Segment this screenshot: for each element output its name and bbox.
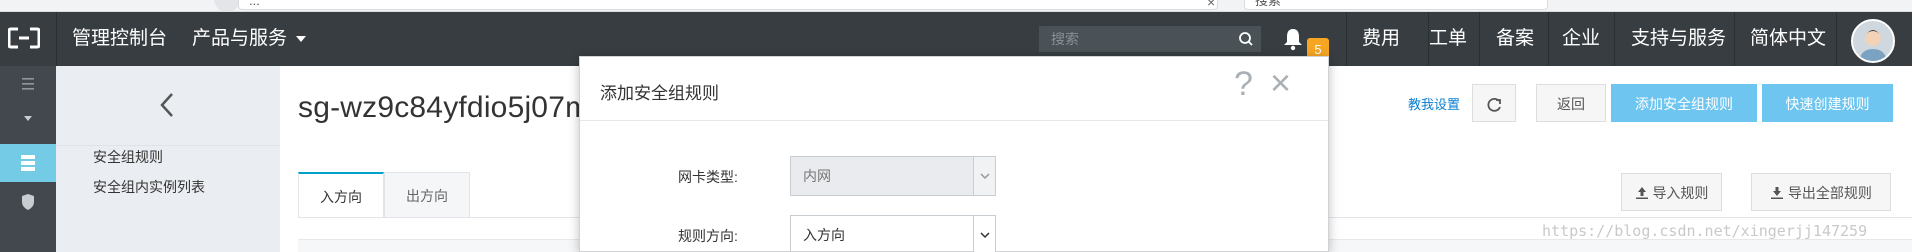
browser-search-bar[interactable]: 搜索 bbox=[1244, 0, 1548, 10]
nav-divider bbox=[56, 12, 57, 66]
address-bar[interactable]: ... bbox=[238, 0, 1218, 10]
caret-down-icon bbox=[24, 116, 32, 121]
nic-type-value: 内网 bbox=[803, 168, 831, 184]
search-icon bbox=[1239, 32, 1253, 46]
chevron-left-icon bbox=[160, 93, 173, 117]
hamburger-icon bbox=[22, 78, 34, 90]
sidebar-item-instances[interactable]: 安全组内实例列表 bbox=[93, 177, 205, 197]
nav-link-billing[interactable]: 费用 bbox=[1362, 12, 1400, 66]
nav-link-support[interactable]: 支持与服务 bbox=[1631, 12, 1726, 66]
help-link[interactable]: 教我设置 bbox=[1408, 94, 1460, 113]
collapse-toggle[interactable] bbox=[0, 102, 56, 138]
nav-divider bbox=[1836, 12, 1837, 66]
nav-divider bbox=[1734, 12, 1735, 66]
avatar[interactable] bbox=[1851, 19, 1895, 63]
import-rules-button[interactable]: 导入规则 bbox=[1621, 173, 1722, 211]
add-rule-dialog: 添加安全组规则 ? × 网卡类型: 内网 规则方向: 入方向 bbox=[579, 56, 1329, 252]
address-text: ... bbox=[249, 0, 260, 8]
menu-toggle[interactable] bbox=[0, 66, 56, 102]
nav-divider bbox=[1548, 12, 1549, 66]
products-label: 产品与服务 bbox=[192, 28, 288, 49]
language-switch[interactable]: 简体中文 bbox=[1750, 12, 1826, 66]
shield-icon bbox=[22, 194, 34, 210]
export-rules-button[interactable]: 导出全部规则 bbox=[1751, 173, 1891, 211]
tab-outbound[interactable]: 出方向 bbox=[384, 172, 470, 218]
nav-link-tickets[interactable]: 工单 bbox=[1429, 12, 1467, 66]
close-icon[interactable]: × bbox=[1270, 62, 1291, 104]
nic-type-select: 内网 bbox=[790, 156, 996, 196]
page-title: sg-wz9c84yfdio5j07m bbox=[298, 91, 591, 124]
direction-value: 入方向 bbox=[803, 227, 845, 243]
clear-address-icon[interactable]: × bbox=[1207, 0, 1223, 10]
tab-inbound[interactable]: 入方向 bbox=[298, 172, 384, 218]
nav-divider bbox=[1346, 12, 1347, 66]
search-button[interactable] bbox=[1231, 26, 1261, 52]
caret-down-icon bbox=[296, 35, 307, 42]
user-avatar-icon bbox=[1853, 21, 1893, 61]
left-icon-bar bbox=[0, 66, 56, 252]
reload-icon[interactable] bbox=[214, 0, 240, 12]
refresh-button[interactable] bbox=[1472, 84, 1516, 122]
export-label: 导出全部规则 bbox=[1787, 185, 1872, 201]
direction-select[interactable]: 入方向 bbox=[790, 215, 996, 252]
secondary-sidebar: 安全组规则 安全组内实例列表 bbox=[56, 66, 280, 252]
browser-chrome: ... × 搜索 bbox=[0, 0, 1912, 12]
nav-divider bbox=[1614, 12, 1615, 66]
chevron-down-icon bbox=[973, 216, 995, 252]
back-button[interactable]: 返回 bbox=[1536, 84, 1606, 122]
upload-icon bbox=[1635, 187, 1648, 199]
dialog-header: 添加安全组规则 ? × bbox=[580, 57, 1328, 121]
nic-type-label: 网卡类型: bbox=[678, 169, 738, 185]
direction-label: 规则方向: bbox=[678, 228, 738, 244]
help-icon[interactable]: ? bbox=[1234, 65, 1253, 104]
add-rule-button[interactable]: 添加安全组规则 bbox=[1611, 84, 1757, 122]
dialog-title: 添加安全组规则 bbox=[600, 84, 719, 103]
security-nav-item[interactable] bbox=[0, 184, 56, 220]
download-icon bbox=[1771, 187, 1784, 199]
bell-icon[interactable] bbox=[1282, 27, 1304, 51]
quick-create-button[interactable]: 快速创建规则 bbox=[1762, 84, 1893, 122]
watermark-text: https://blog.csdn.net/xingerjj147259 bbox=[1542, 222, 1868, 240]
server-icon bbox=[21, 155, 35, 171]
sidebar-item-rules[interactable]: 安全组规则 bbox=[93, 147, 163, 167]
aliyun-logo-icon[interactable] bbox=[8, 27, 40, 49]
nav-link-enterprise[interactable]: 企业 bbox=[1562, 12, 1600, 66]
browser-search-text: 搜索 bbox=[1255, 0, 1282, 8]
chevron-down-icon bbox=[973, 157, 995, 195]
back-nav[interactable] bbox=[56, 66, 280, 146]
products-menu[interactable]: 产品与服务 bbox=[192, 12, 307, 66]
import-label: 导入规则 bbox=[1652, 185, 1709, 201]
nav-divider bbox=[1479, 12, 1480, 66]
nav-link-filing[interactable]: 备案 bbox=[1496, 12, 1534, 66]
ecs-nav-item[interactable] bbox=[0, 144, 56, 182]
refresh-icon bbox=[1487, 98, 1501, 113]
search-input[interactable]: 搜索 bbox=[1039, 26, 1241, 52]
console-link[interactable]: 管理控制台 bbox=[72, 12, 167, 66]
